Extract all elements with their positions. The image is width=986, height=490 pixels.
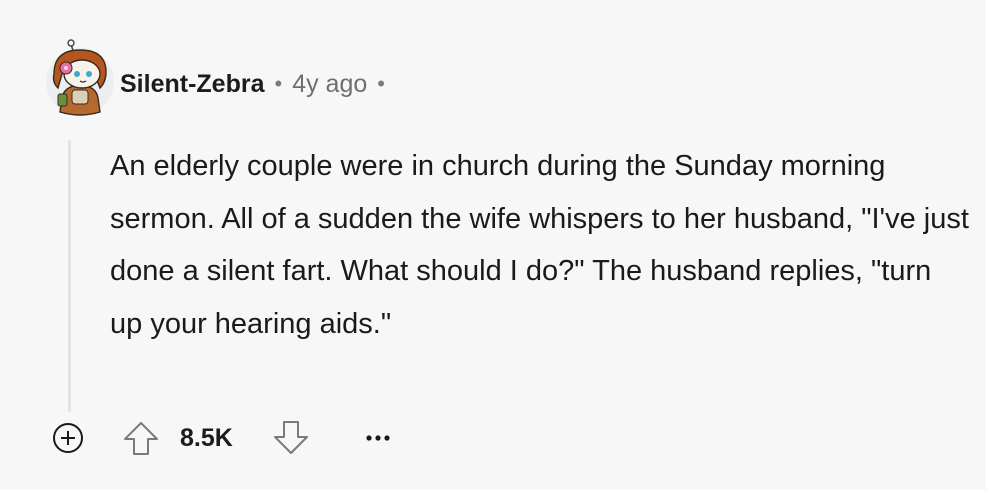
downvote-button[interactable]	[270, 418, 312, 458]
thread-line[interactable]	[68, 140, 71, 412]
comment-header: Silent-Zebra • 4y ago •	[120, 66, 395, 102]
user-avatar[interactable]	[44, 38, 116, 118]
plus-circle-icon	[53, 423, 83, 453]
vote-score: 8.5K	[180, 424, 233, 452]
author-username[interactable]: Silent-Zebra	[120, 70, 264, 99]
comment-age[interactable]: 4y ago	[292, 70, 367, 99]
upvote-button[interactable]	[120, 418, 162, 458]
expand-button[interactable]	[52, 422, 84, 454]
arrow-down-icon	[274, 421, 308, 454]
comment-actions: 8.5K	[40, 416, 440, 460]
more-options-button[interactable]	[362, 424, 394, 452]
comment-body: An elderly couple were in church during …	[110, 150, 969, 340]
arrow-up-icon	[124, 422, 158, 455]
ellipsis-icon	[366, 435, 390, 441]
separator-dot: •	[274, 71, 283, 96]
separator-dot: •	[377, 71, 385, 96]
